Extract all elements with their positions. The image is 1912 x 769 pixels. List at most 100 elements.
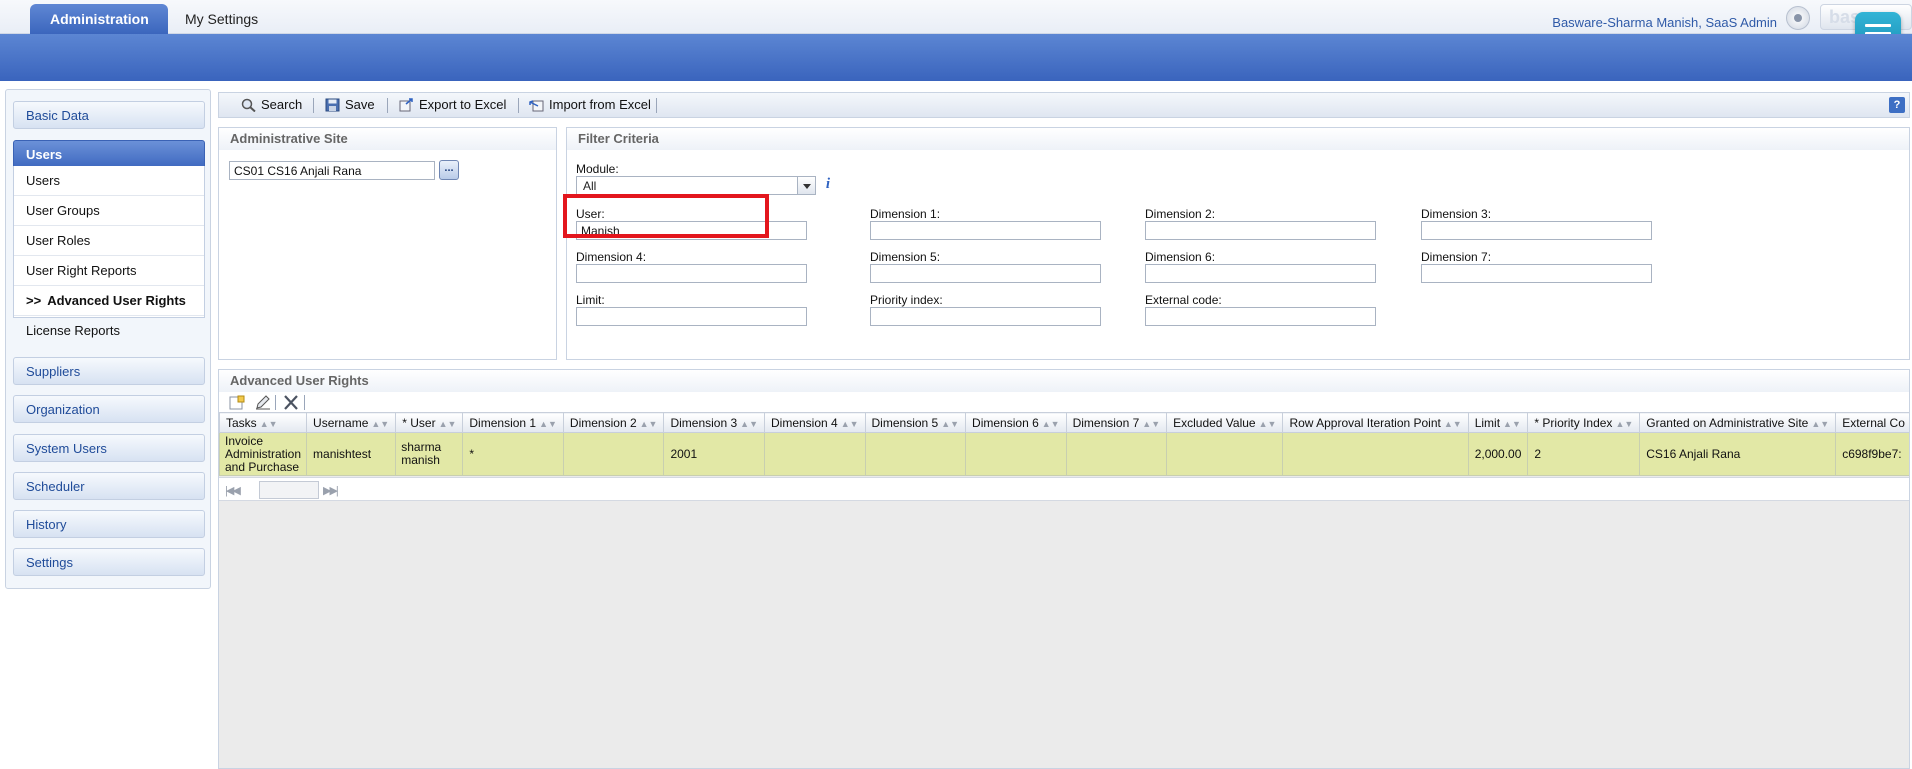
sidebar: Basic Data Users Users User Groups User …: [5, 89, 211, 589]
first-page-icon[interactable]: |◀◀: [225, 484, 241, 497]
dimension-6-input[interactable]: [1145, 264, 1376, 283]
sidebar-system-users[interactable]: System Users: [13, 434, 205, 462]
column-header-row-approval[interactable]: Row Approval Iteration Point ▲▼: [1282, 412, 1469, 433]
submenu-label: Advanced User Rights: [47, 293, 186, 308]
grid-title: Advanced User Rights: [219, 370, 1909, 392]
help-icon[interactable]: ?: [1889, 97, 1905, 113]
submenu-user-right-reports[interactable]: User Right Reports: [14, 256, 204, 286]
column-label: Dimension 7: [1072, 415, 1140, 430]
dimension-5-label: Dimension 5:: [870, 250, 941, 264]
administrative-site-input[interactable]: [229, 161, 435, 180]
column-label: Row Approval Iteration Point: [1289, 415, 1441, 430]
users-submenu: Users User Groups User Roles User Right …: [13, 166, 205, 338]
grid-tool-separator: [304, 395, 305, 410]
dimension-2-input[interactable]: [1145, 221, 1376, 240]
status-icon[interactable]: [1786, 6, 1810, 30]
column-header-dimension-6[interactable]: Dimension 6 ▲▼: [965, 412, 1067, 433]
sidebar-suppliers[interactable]: Suppliers: [13, 357, 205, 385]
dimension-5-input[interactable]: [870, 264, 1101, 283]
column-label: * User: [402, 415, 436, 430]
edit-icon[interactable]: [255, 395, 271, 410]
export-to-excel-button[interactable]: Export to Excel: [397, 93, 506, 117]
browse-site-button[interactable]: ...: [439, 160, 459, 180]
column-header-tasks[interactable]: Tasks ▲▼: [219, 412, 308, 433]
cell-dimension-5: [864, 432, 967, 476]
limit-input[interactable]: [576, 307, 807, 326]
header-band: [0, 34, 1912, 81]
dimension-3-label: Dimension 3:: [1421, 207, 1492, 221]
tab-administration[interactable]: Administration: [30, 4, 168, 34]
user-info-link[interactable]: Basware-Sharma Manish, SaaS Admin: [1552, 15, 1777, 30]
column-header-limit[interactable]: Limit ▲▼: [1467, 412, 1529, 433]
export-label: Export to Excel: [419, 97, 507, 112]
sidebar-organization[interactable]: Organization: [13, 395, 205, 423]
top-bar: Administration My Settings Basware-Sharm…: [0, 0, 1912, 56]
sidebar-basic-data[interactable]: Basic Data: [13, 101, 205, 129]
sidebar-history[interactable]: History: [13, 510, 205, 538]
column-label: Dimension 3: [670, 415, 738, 430]
column-header-external-code[interactable]: External Co: [1835, 412, 1909, 433]
sort-icon: ▲▼: [1615, 418, 1634, 429]
import-label: Import from Excel: [549, 97, 651, 112]
submenu-advanced-user-rights[interactable]: >> Advanced User Rights: [14, 286, 204, 316]
info-icon[interactable]: i: [822, 176, 834, 192]
column-header-user[interactable]: * User ▲▼: [395, 412, 464, 433]
delete-icon[interactable]: [283, 395, 299, 410]
column-header-dimension-5[interactable]: Dimension 5 ▲▼: [864, 412, 967, 433]
column-header-dimension-2[interactable]: Dimension 2 ▲▼: [562, 412, 665, 433]
dimension-4-input[interactable]: [576, 264, 807, 283]
add-row-icon[interactable]: [229, 395, 245, 410]
submenu-user-groups[interactable]: User Groups: [14, 196, 204, 226]
limit-label: Limit:: [576, 293, 605, 307]
toolbar: Search Save Export to Excel Import from …: [218, 92, 1910, 118]
save-button[interactable]: Save: [323, 93, 375, 117]
column-header-granted-site[interactable]: Granted on Administrative Site ▲▼: [1639, 412, 1837, 433]
sort-icon: ▲▼: [840, 418, 859, 429]
dimension-1-input[interactable]: [870, 221, 1101, 240]
cell-dimension-2: [562, 432, 665, 476]
dimension-3-input[interactable]: [1421, 221, 1652, 240]
submenu-user-roles[interactable]: User Roles: [14, 226, 204, 256]
search-button[interactable]: Search: [239, 93, 302, 117]
cell-external-code: c698f9be7:: [1835, 432, 1909, 476]
module-label: Module:: [576, 162, 619, 176]
priority-index-label: Priority index:: [870, 293, 943, 307]
import-from-excel-button[interactable]: Import from Excel: [527, 93, 651, 117]
sidebar-users[interactable]: Users: [13, 140, 205, 168]
table-row[interactable]: Invoice Administration and Purchase mani…: [219, 432, 1909, 476]
module-value: All: [583, 179, 597, 193]
column-header-dimension-3[interactable]: Dimension 3 ▲▼: [663, 412, 765, 433]
column-label: Username: [313, 415, 369, 430]
save-label: Save: [345, 97, 375, 112]
column-header-dimension-4[interactable]: Dimension 4 ▲▼: [763, 412, 866, 433]
cell-excluded-value: [1166, 432, 1284, 476]
submenu-license-reports[interactable]: License Reports: [14, 316, 204, 346]
column-header-username[interactable]: Username ▲▼: [306, 412, 397, 433]
cell-limit: 2,000.00: [1467, 432, 1529, 476]
import-icon: [529, 100, 544, 112]
dimension-7-input[interactable]: [1421, 264, 1652, 283]
page-number-input[interactable]: [259, 481, 319, 499]
module-select[interactable]: All: [576, 176, 816, 195]
sort-icon: ▲▼: [1811, 418, 1830, 429]
sort-icon: ▲▼: [259, 418, 278, 429]
column-label: Tasks: [226, 415, 257, 430]
pager: |◀◀ ▶▶|: [219, 477, 1909, 501]
sort-icon: ▲▼: [639, 418, 658, 429]
column-header-dimension-7[interactable]: Dimension 7 ▲▼: [1065, 412, 1168, 433]
tab-my-settings[interactable]: My Settings: [165, 4, 278, 34]
column-header-dimension-1[interactable]: Dimension 1 ▲▼: [462, 412, 564, 433]
sort-icon: ▲▼: [1041, 418, 1060, 429]
grid-toolbar: [219, 392, 1909, 412]
external-code-input[interactable]: [1145, 307, 1376, 326]
sidebar-scheduler[interactable]: Scheduler: [13, 472, 205, 500]
last-page-icon[interactable]: ▶▶|: [323, 484, 339, 497]
column-header-excluded-value[interactable]: Excluded Value ▲▼: [1166, 412, 1284, 433]
priority-index-input[interactable]: [870, 307, 1101, 326]
column-label: Dimension 1: [469, 415, 537, 430]
sidebar-settings[interactable]: Settings: [13, 548, 205, 576]
column-header-priority-index[interactable]: * Priority Index ▲▼: [1527, 412, 1641, 433]
cell-priority-index: 2: [1527, 432, 1641, 476]
submenu-users[interactable]: Users: [14, 166, 204, 196]
chevron-down-icon[interactable]: [797, 177, 815, 194]
